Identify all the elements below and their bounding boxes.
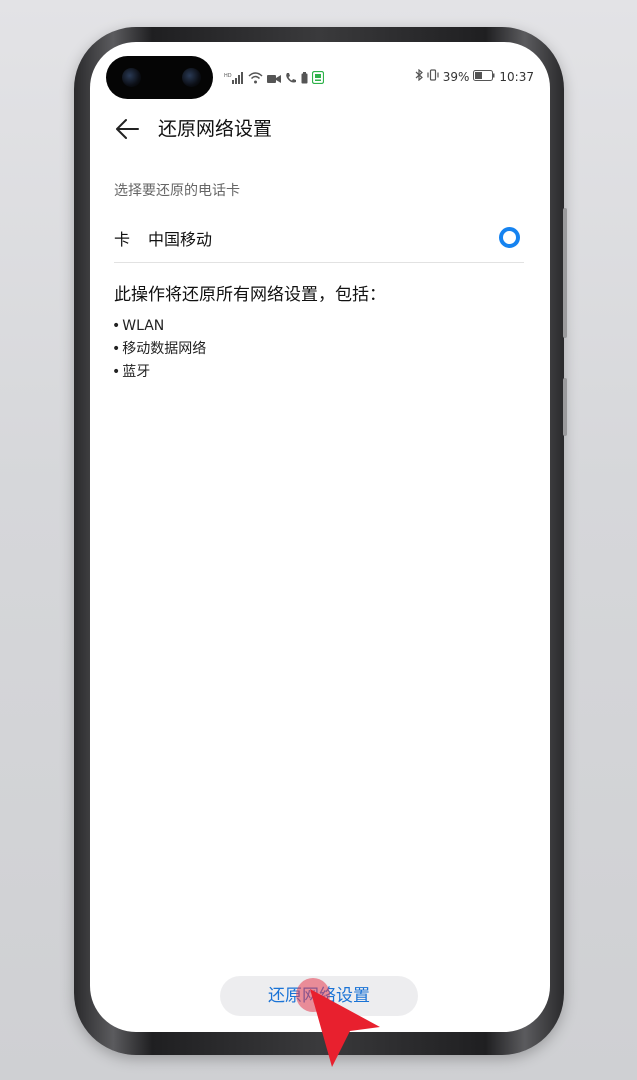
front-camera-lens [122,68,141,87]
sim-radio-button[interactable] [499,227,520,248]
list-item: 蓝牙 [112,361,206,384]
phone-screen: HD 39% 10:37 还原网络设置 选择要还原的电话卡 卡 中国移动 此操作… [90,42,550,1032]
sim-carrier-name: 中国移动 [148,230,213,249]
video-call-icon [267,69,281,88]
reset-description: 此操作将还原所有网络设置，包括： [114,285,386,305]
status-bar-left: HD [224,69,325,88]
vibrate-icon [427,69,439,84]
pointer-arrow-icon [310,989,380,1067]
sim-section-label: 选择要还原的电话卡 [114,183,240,199]
page-title: 还原网络设置 [158,118,273,140]
list-item: WLAN [112,315,206,338]
power-button [563,378,567,436]
camera-cutout [106,56,213,99]
status-bar-right: 39% 10:37 [415,68,534,84]
sim-card-label: 卡 [114,230,131,249]
bluetooth-icon [415,68,423,84]
svg-text:HD: HD [224,73,232,79]
sim-card-option[interactable]: 卡 中国移动 [114,218,524,263]
reset-items-list: WLAN 移动数据网络 蓝牙 [112,315,206,384]
volume-button [563,208,567,338]
phone-call-icon [285,69,297,88]
front-camera-lens [182,68,201,87]
app-notification-icon [311,69,325,88]
hd-signal-icon: HD [224,69,244,88]
battery-icon [473,69,495,84]
page-header: 还原网络设置 [90,112,550,148]
back-arrow-icon[interactable] [114,116,140,142]
clock: 10:37 [499,69,534,84]
battery-small-icon [301,69,308,88]
wifi-icon [248,69,263,88]
list-item: 移动数据网络 [112,338,206,361]
battery-percent: 39% [442,69,470,84]
